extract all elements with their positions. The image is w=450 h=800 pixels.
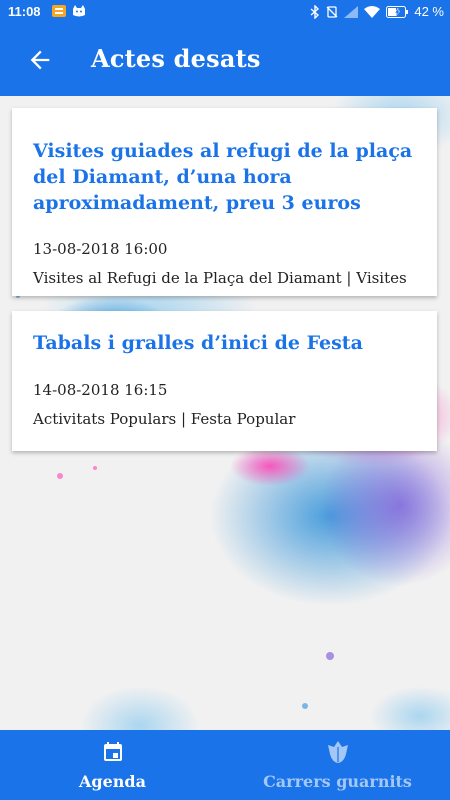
battery-percent: 42 % <box>414 4 444 19</box>
back-arrow-icon[interactable] <box>26 46 54 74</box>
nav-agenda-label: Agenda <box>79 772 146 791</box>
app-bar: Actes desats <box>0 24 450 96</box>
event-datetime: 14-08-2018 16:15 <box>33 381 168 399</box>
status-icons: 42 % <box>310 4 444 19</box>
cat-app-icon <box>73 5 85 17</box>
content-background: Visites guiades al refugi de la plaça de… <box>0 96 450 730</box>
event-title: Visites guiades al refugi de la plaça de… <box>33 140 413 214</box>
nav-carrers-guarnits-label: Carrers guarnits <box>263 772 412 791</box>
event-datetime: 13-08-2018 16:00 <box>33 240 168 258</box>
event-category: Activitats Populars | Festa Popular <box>33 410 296 428</box>
status-time: 11:08 <box>8 4 41 19</box>
page-title: Actes desats <box>91 44 261 73</box>
bottom-navigation: Agenda Carrers guarnits <box>0 730 450 800</box>
event-card[interactable]: Visites guiades al refugi de la plaça de… <box>12 108 437 296</box>
wifi-icon <box>364 5 381 18</box>
event-card[interactable]: Tabals i gralles d’inici de Festa 14-08-… <box>12 311 437 451</box>
no-sim-icon <box>326 5 338 18</box>
battery-icon <box>386 5 409 18</box>
calendar-icon <box>104 742 122 761</box>
event-title: Tabals i gralles d’inici de Festa <box>33 332 363 354</box>
bluetooth-icon <box>310 4 320 19</box>
status-bar: 11:08 42 % <box>0 0 450 24</box>
nav-agenda[interactable]: Agenda <box>0 730 225 800</box>
event-category: Visites al Refugi de la Plaça del Diaman… <box>33 269 407 287</box>
nav-carrers-guarnits[interactable]: Carrers guarnits <box>225 730 450 800</box>
signal-icon <box>344 5 359 18</box>
notification-icon <box>52 5 66 17</box>
flower-icon <box>328 741 348 763</box>
